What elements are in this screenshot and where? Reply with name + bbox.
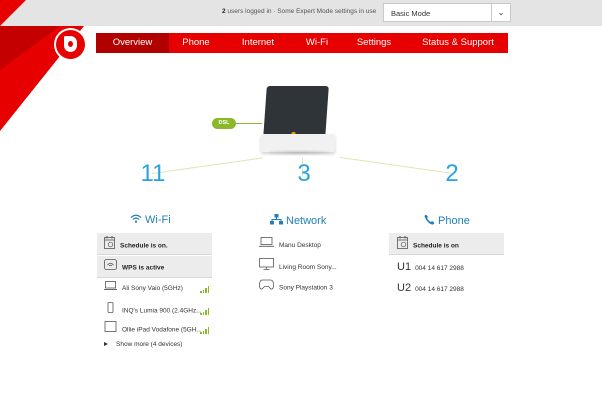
top-bar: 2 users logged in · Some Expert Mode set… (0, 0, 602, 26)
laptop-icon (104, 280, 117, 297)
show-more-link[interactable]: Show more (4 devices) (104, 341, 182, 348)
wifi-title[interactable]: Wi-Fi (130, 214, 171, 226)
tab-overview[interactable]: Overview (96, 33, 169, 53)
laptop-icon (259, 237, 274, 254)
phone-device-icon (104, 302, 117, 320)
users-logged-in-text: users logged in (225, 8, 272, 15)
wifi-count: 11 (140, 160, 166, 187)
wifi-device-name: Ali Sony Vaio (5GHz) (122, 285, 183, 293)
tab-status-support[interactable]: Status & Support (414, 33, 502, 53)
network-icon (270, 214, 283, 228)
tv-icon (259, 258, 274, 277)
wifi-device-name: INQ's Lumia 900 (2.4GHz... (122, 307, 202, 315)
phone-line-number: 004 14 617 2988 (415, 265, 464, 272)
tab-internet[interactable]: Internet (234, 33, 282, 53)
wifi-icon (130, 214, 142, 226)
tab-settings[interactable]: Settings (349, 33, 399, 53)
mode-select-value: Basic Mode (391, 9, 431, 18)
network-count: 3 (297, 160, 311, 187)
phone-line-number: 004 14 617 2988 (415, 286, 464, 293)
vodafone-logo[interactable] (56, 30, 85, 59)
tablet-icon (104, 321, 117, 339)
network-device-name: Manu Desktop (279, 242, 321, 250)
gamepad-icon (259, 279, 274, 297)
network-device-row[interactable]: Manu Desktop (259, 237, 321, 254)
schedule-icon (104, 236, 115, 256)
wifi-schedule-text: Schedule is on. (120, 242, 168, 250)
network-device-row[interactable]: Living Room Sony... (259, 258, 337, 275)
dsl-connector (234, 123, 262, 124)
main-nav: Overview Phone Internet Wi-Fi Settings S… (96, 33, 508, 53)
phone-title-label: Phone (438, 214, 470, 227)
wifi-wps-text: WPS is active (122, 264, 165, 272)
network-device-name: Sony Playstation 3 (279, 284, 333, 292)
chevron-down-icon[interactable]: ⌄ (491, 4, 510, 21)
wifi-device-row[interactable]: INQ's Lumia 900 (2.4GHz... (104, 302, 202, 319)
network-title[interactable]: Network (270, 214, 326, 228)
mode-select[interactable]: Basic Mode ⌄ (383, 3, 511, 22)
phone-title[interactable]: Phone (424, 214, 470, 228)
signal-strength-icon (200, 286, 210, 293)
phone-line-row[interactable]: U1 004 14 617 2988 (397, 259, 464, 276)
wifi-schedule-row[interactable]: Schedule is on. (104, 236, 168, 253)
router-image[interactable] (261, 86, 335, 155)
signal-strength-icon (200, 327, 210, 334)
phone-line-label: U1 (397, 261, 412, 273)
wifi-device-name: Ollie iPad Vodafone (5GH... (122, 326, 202, 334)
phone-schedule-text: Schedule is on (413, 242, 459, 250)
dsl-badge: DSL (212, 118, 236, 129)
network-device-row[interactable]: Sony Playstation 3 (259, 279, 333, 296)
wifi-wps-row[interactable]: WPS is active (104, 259, 164, 276)
show-more-text: Show more (4 devices) (116, 341, 183, 348)
expert-mode-text: Some Expert Mode settings in use (277, 8, 377, 15)
wifi-device-row[interactable]: Ali Sony Vaio (5GHz) (104, 280, 183, 297)
brand-corner (0, 0, 26, 26)
phone-icon (424, 214, 435, 228)
tab-phone[interactable]: Phone (174, 33, 218, 53)
phone-count: 2 (445, 160, 459, 187)
phone-line-row[interactable]: U2 004 14 617 2988 (397, 280, 464, 297)
wifi-title-label: Wi-Fi (145, 214, 171, 226)
network-title-label: Network (286, 214, 327, 227)
network-device-name: Living Room Sony... (279, 264, 337, 272)
tab-wifi[interactable]: Wi-Fi (298, 33, 336, 53)
phone-schedule-row[interactable]: Schedule is on (397, 236, 459, 253)
wps-icon (104, 259, 117, 277)
login-status: 2 users logged in · Some Expert Mode set… (222, 8, 377, 15)
phone-line-label: U2 (397, 282, 412, 294)
schedule-icon (397, 236, 408, 256)
wifi-device-row[interactable]: Ollie iPad Vodafone (5GH... (104, 321, 202, 338)
signal-strength-icon (200, 308, 210, 315)
brand-triangle-shade (0, 26, 60, 70)
expand-arrow-icon (104, 342, 108, 347)
